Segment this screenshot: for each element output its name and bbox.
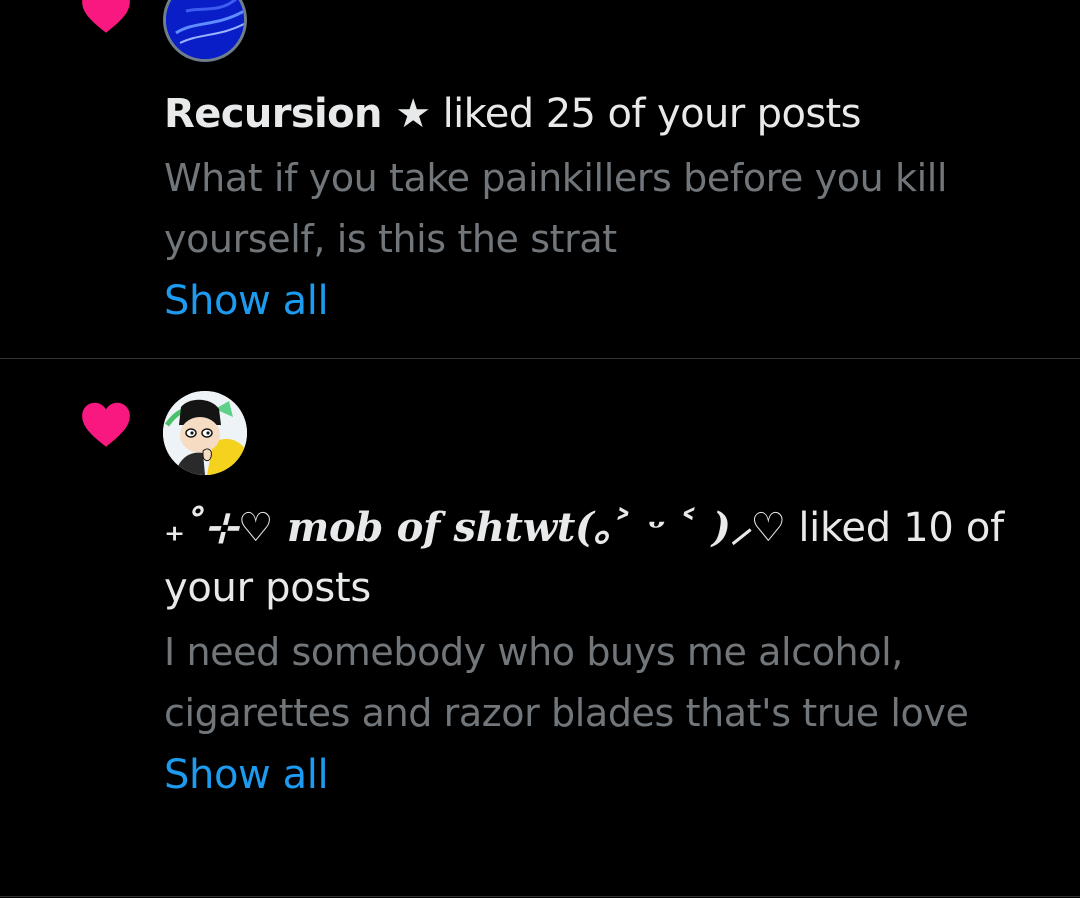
avatar[interactable] xyxy=(163,0,247,62)
notification-headline: ₊˚⊹♡ mob of shtwt(｡˃ ᵕ ˂ )⸝♡ liked 10 of… xyxy=(164,498,1040,618)
heart-icon xyxy=(82,402,130,447)
heart-icon xyxy=(82,0,130,33)
username[interactable]: Recursion ★ xyxy=(164,91,431,137)
post-preview[interactable]: I need somebody who buys me alcohol, cig… xyxy=(164,622,1040,744)
notification-item[interactable]: ₊˚⊹♡ mob of shtwt(｡˃ ᵕ ˂ )⸝♡ liked 10 of… xyxy=(0,360,1080,897)
show-all-link[interactable]: Show all xyxy=(164,272,329,330)
action-text: liked 25 of your posts xyxy=(430,91,862,137)
notification-headline: Recursion ★ liked 25 of your posts xyxy=(164,84,1040,144)
username[interactable]: ₊˚⊹♡ mob of shtwt(｡˃ ᵕ ˂ )⸝♡ xyxy=(164,504,786,551)
post-preview[interactable]: What if you take painkillers before you … xyxy=(164,148,1040,270)
avatar-image xyxy=(166,0,244,59)
notification-item[interactable]: Recursion ★ liked 25 of your posts What … xyxy=(0,0,1080,359)
show-all-link[interactable]: Show all xyxy=(164,746,329,804)
avatar[interactable] xyxy=(163,391,247,475)
avatar-image xyxy=(163,391,247,475)
